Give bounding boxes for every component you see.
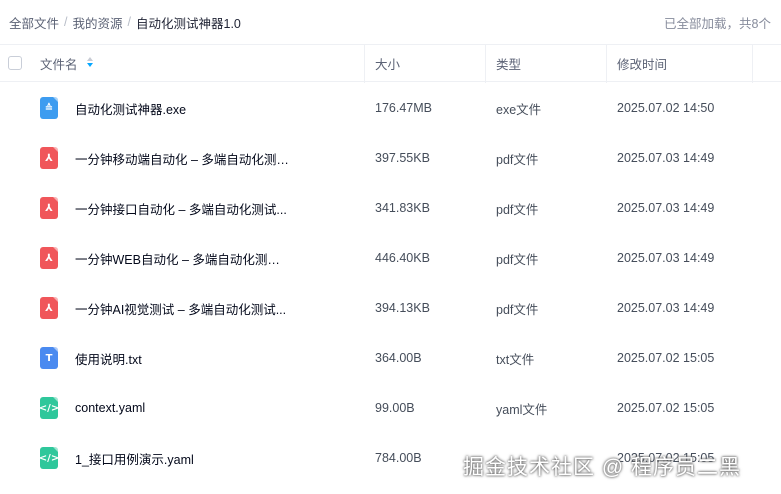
breadcrumb-my-resources[interactable]: 我的资源: [73, 13, 123, 32]
file-name[interactable]: 一分钟AI视觉测试 – 多端自动化测试...: [75, 299, 290, 318]
file-size: 784.00B: [375, 451, 422, 465]
breadcrumb-separator: /: [64, 15, 68, 29]
exe-file-icon: ≙: [40, 97, 58, 119]
file-name[interactable]: context.yaml: [75, 401, 290, 415]
column-header-size[interactable]: 大小: [375, 54, 400, 73]
column-header-time[interactable]: 修改时间: [617, 54, 667, 73]
file-row[interactable]: ⅄ 一分钟WEB自动化 – 多端自动化测试... 446.40KB pdf文件 2025…: [0, 233, 781, 283]
file-type: pdf文件: [496, 152, 539, 167]
file-size: 397.55KB: [375, 151, 430, 165]
file-type: pdf文件: [496, 302, 539, 317]
table-header: 文件名 大小 类型 修改时间: [0, 44, 781, 83]
file-modified-time: 2025.07.03 14:49: [617, 251, 715, 265]
breadcrumb-all-files[interactable]: 全部文件: [9, 13, 59, 32]
file-size: 364.00B: [375, 351, 422, 365]
file-size: 394.13KB: [375, 301, 430, 315]
file-name[interactable]: 使用说明.txt: [75, 349, 290, 368]
breadcrumb-current-folder: 自动化测试神器1.0: [136, 16, 241, 31]
txt-file-icon: T: [40, 347, 58, 369]
file-row[interactable]: T 使用说明.txt 364.00B txt文件 2025.07.02 15:05: [0, 333, 781, 383]
select-all-checkbox[interactable]: [8, 56, 22, 70]
pdf-file-icon: ⅄: [40, 247, 58, 269]
file-modified-time: 2025.07.03 14:49: [617, 301, 715, 315]
column-header-name-label: 文件名: [40, 57, 78, 72]
file-name[interactable]: 自动化测试神器.exe: [75, 99, 290, 118]
file-type: txt文件: [496, 352, 535, 367]
file-type: pdf文件: [496, 202, 539, 217]
watermark: 掘金技术社区 @ 程序员二黑: [463, 456, 741, 479]
file-name[interactable]: 一分钟接口自动化 – 多端自动化测试...: [75, 199, 290, 218]
file-size: 341.83KB: [375, 201, 430, 215]
file-modified-time: 2025.07.03 14:49: [617, 151, 715, 165]
file-name[interactable]: 1_接口用例演示.yaml: [75, 449, 290, 468]
column-header-name[interactable]: 文件名: [40, 54, 94, 73]
column-divider[interactable]: [752, 45, 753, 83]
file-modified-time: 2025.07.02 15:05: [617, 351, 715, 365]
file-type: pdf文件: [496, 252, 539, 267]
file-row[interactable]: </> context.yaml 99.00B yaml文件 2025.07.02 15…: [0, 383, 781, 433]
code-file-icon: </>: [39, 397, 59, 419]
file-size: 446.40KB: [375, 251, 430, 265]
sort-icon[interactable]: [86, 57, 94, 69]
file-modified-time: 2025.07.02 14:50: [617, 101, 715, 115]
breadcrumb-separator: /: [127, 15, 131, 29]
file-row[interactable]: ⅄ 一分钟移动端自动化 – 多端自动化测试... 397.55KB pdf文件 2025…: [0, 133, 781, 183]
file-row[interactable]: ⅄ 一分钟AI视觉测试 – 多端自动化测试... 394.13KB pdf文件 2025…: [0, 283, 781, 333]
file-name[interactable]: 一分钟WEB自动化 – 多端自动化测试...: [75, 249, 290, 268]
file-size: 176.47MB: [375, 101, 432, 115]
file-row[interactable]: ≙ 自动化测试神器.exe 176.47MB exe文件 2025.07.02 14:5…: [0, 83, 781, 133]
file-list: ≙ 自动化测试神器.exe 176.47MB exe文件 2025.07.02 14:5…: [0, 83, 781, 483]
file-name[interactable]: 一分钟移动端自动化 – 多端自动化测试...: [75, 149, 290, 168]
column-divider[interactable]: [606, 45, 607, 83]
file-type: exe文件: [496, 102, 542, 117]
file-size: 99.00B: [375, 401, 415, 415]
load-status: 已全部加载，共8个: [664, 16, 771, 31]
file-modified-time: 2025.07.03 14:49: [617, 201, 715, 215]
column-divider[interactable]: [485, 45, 486, 83]
code-file-icon: </>: [39, 447, 59, 469]
pdf-file-icon: ⅄: [40, 197, 58, 219]
file-type: yaml文件: [496, 402, 548, 417]
file-modified-time: 2025.07.02 15:05: [617, 401, 715, 415]
top-bar: 全部文件 / 我的资源 / 自动化测试神器1.0 已全部加载，共8个: [0, 0, 781, 44]
column-header-type[interactable]: 类型: [496, 54, 521, 73]
pdf-file-icon: ⅄: [40, 147, 58, 169]
file-row[interactable]: ⅄ 一分钟接口自动化 – 多端自动化测试... 341.83KB pdf文件 2025.…: [0, 183, 781, 233]
column-divider[interactable]: [364, 45, 365, 83]
pdf-file-icon: ⅄: [40, 297, 58, 319]
breadcrumb: 全部文件 / 我的资源 / 自动化测试神器1.0: [9, 13, 241, 32]
